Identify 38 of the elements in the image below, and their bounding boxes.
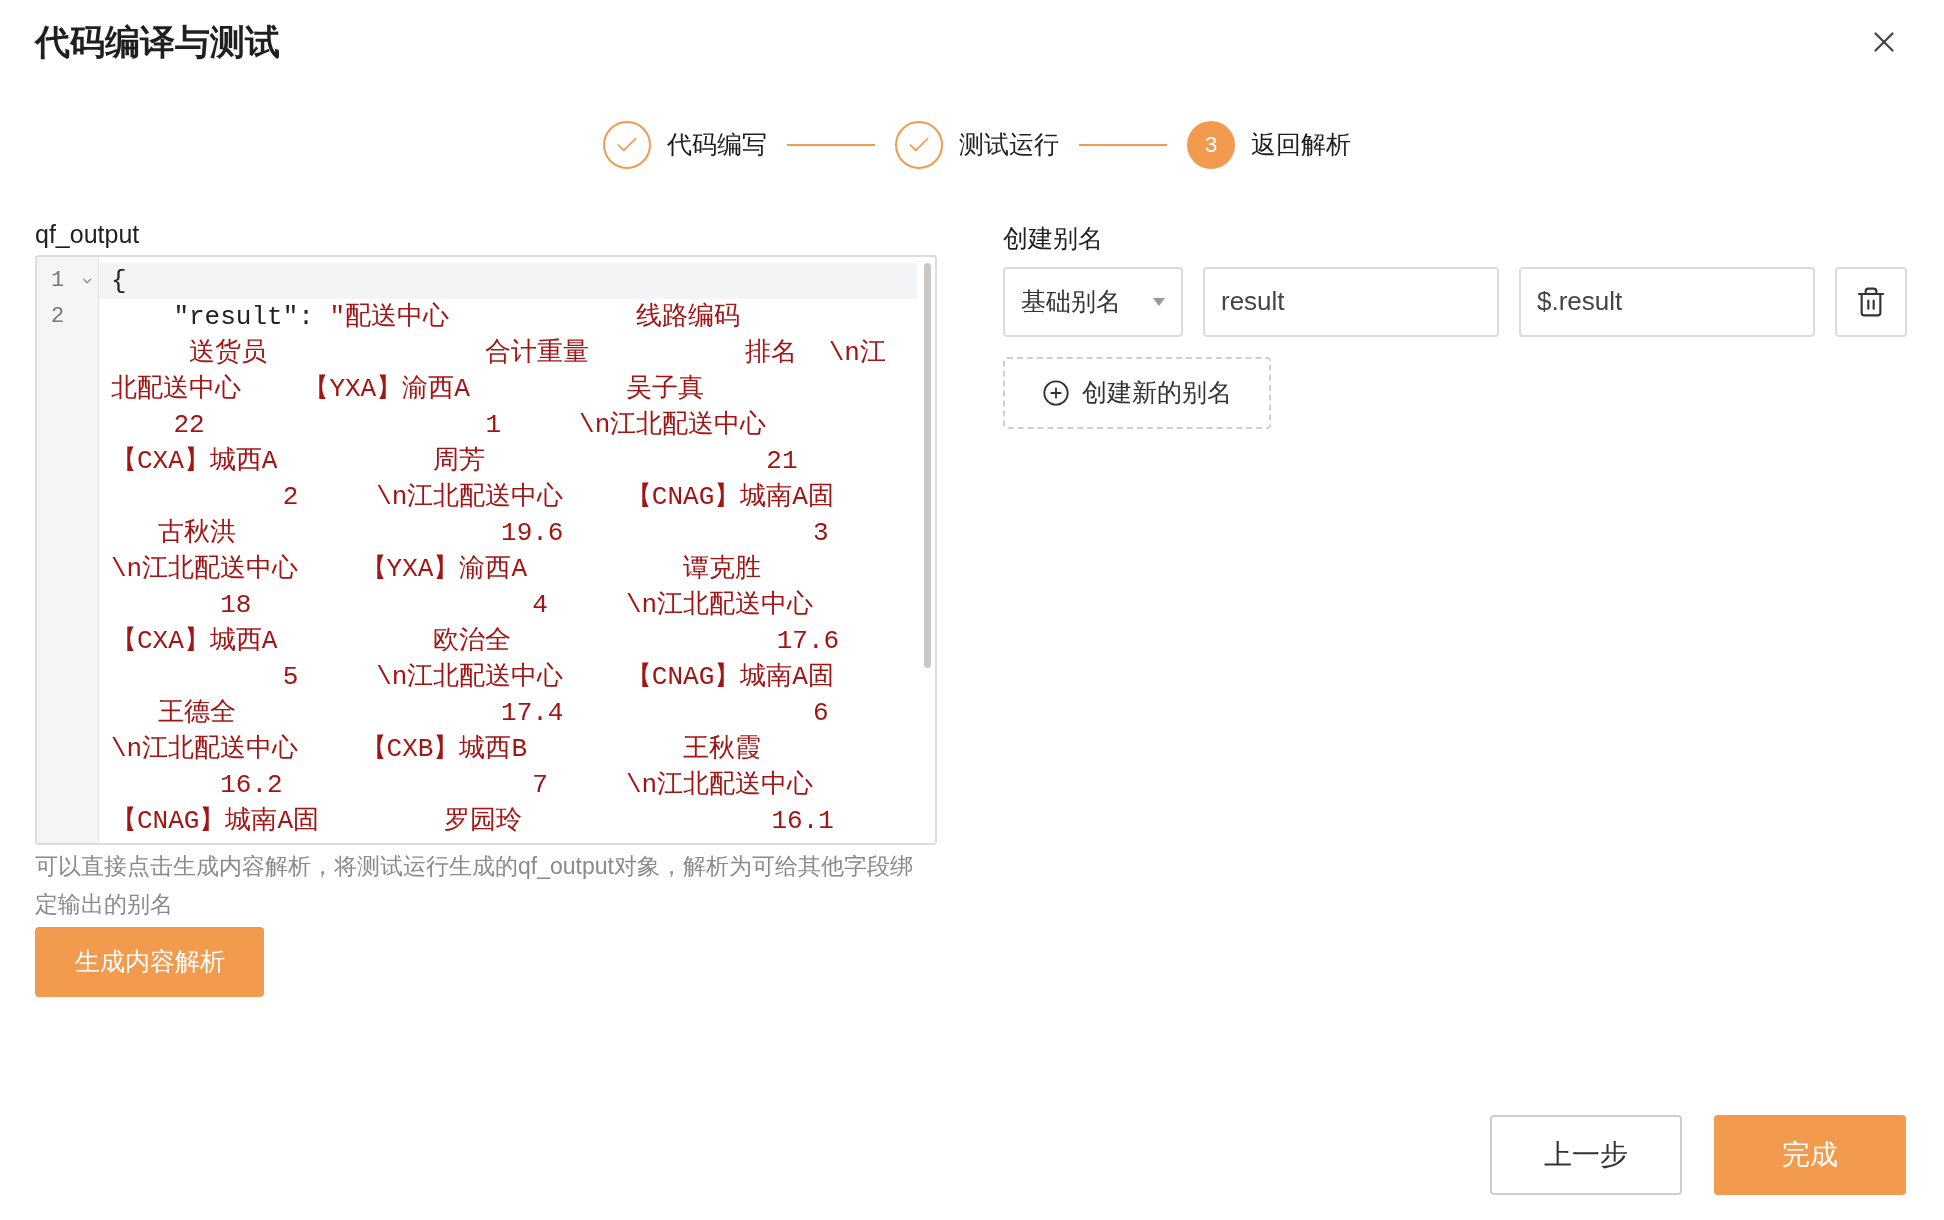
- json-string: 2 \n江北配送中心 【CNAG】城南A固: [281, 481, 834, 512]
- step-number: 3: [1187, 120, 1235, 169]
- json-string: 18 4 \n江北配送中心: [219, 589, 814, 620]
- alias-name-field[interactable]: result: [1203, 266, 1499, 337]
- caret-icon: [1153, 297, 1165, 306]
- line-number: 1: [51, 266, 65, 295]
- hint-text: 可以直接点击生成内容解析，将测试运行生成的qf_output对象，解析为可给其他字段绑定输出的别名: [35, 851, 914, 919]
- code-text: {: [111, 265, 127, 296]
- editor-label: qf_output: [35, 218, 141, 250]
- line-number: 2: [51, 302, 65, 331]
- json-string: 16.2 7 \n江北配送中心: [219, 769, 814, 800]
- plus-circle-icon: [1042, 378, 1070, 407]
- json-string: 王德全 17.4 6: [156, 697, 829, 728]
- json-string: 古秋洪 19.6 3: [156, 517, 829, 548]
- json-key: "result":: [111, 301, 330, 332]
- json-string: 5 \n江北配送中心 【CNAG】城南A固: [281, 661, 834, 692]
- json-string: 【CXA】城西A 欧治全 17.6: [111, 625, 840, 656]
- trash-icon: [1855, 285, 1887, 318]
- json-string: 送货员 合计重量 排名 \n江: [188, 337, 886, 368]
- step-label: 代码编写: [667, 128, 767, 160]
- json-string: "配送中心 线路编码: [329, 301, 741, 332]
- step-label: 返回解析: [1251, 128, 1351, 160]
- alias-path-field[interactable]: $.result: [1519, 266, 1815, 337]
- json-string: 22 1 \n江北配送中心: [172, 409, 767, 440]
- section-title: 创建别名: [1003, 222, 1104, 254]
- add-alias-button[interactable]: 创建新的别名: [1003, 356, 1271, 429]
- json-string: \n江北配送中心 【YXA】渝西A 谭克胜: [111, 553, 762, 584]
- json-string: 【CNAG】城南A固 罗园玲 16.1: [111, 805, 834, 836]
- code-editor[interactable]: [35, 254, 937, 845]
- scrollbar[interactable]: [924, 262, 931, 668]
- step-label: 测试运行: [959, 128, 1059, 160]
- delete-button[interactable]: [1835, 266, 1907, 337]
- json-string: 北配送中心 【YXA】渝西A 吴子真: [111, 373, 704, 404]
- previous-button[interactable]: 上一步: [1490, 1115, 1682, 1195]
- dialog-title: 代码编译与测试: [35, 21, 280, 63]
- json-string: 【CXA】城西A 周芳 21: [111, 445, 798, 476]
- json-string: \n江北配送中心 【CXB】城西B 王秋霞: [111, 733, 762, 764]
- alias-type-select[interactable]: 基础别名: [1003, 266, 1183, 337]
